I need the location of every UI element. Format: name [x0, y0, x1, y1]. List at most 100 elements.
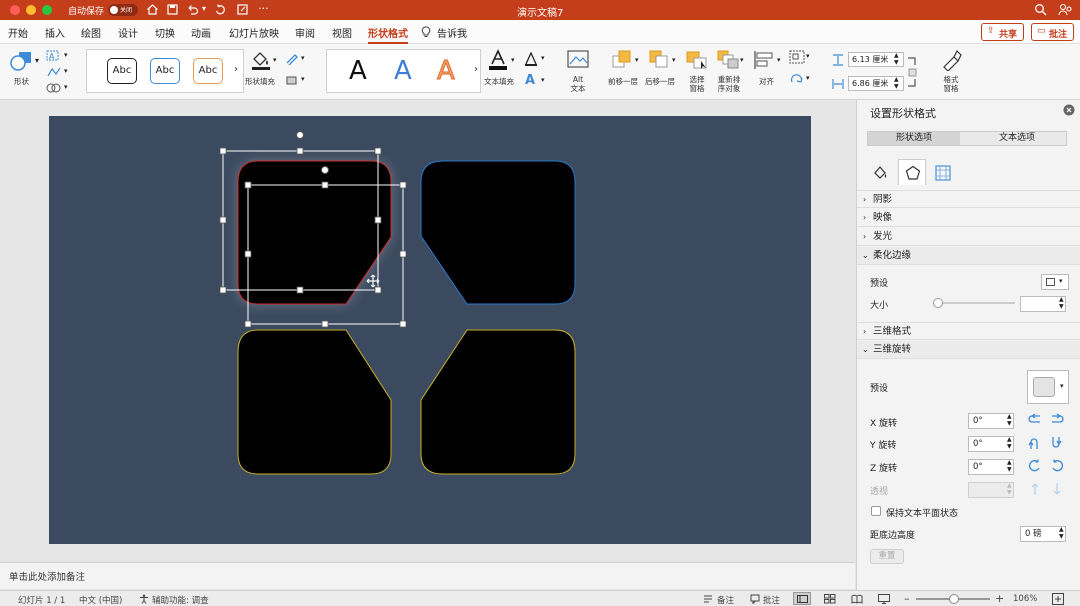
minimize-window-button[interactable] [26, 5, 36, 15]
normal-view-button[interactable] [793, 592, 811, 605]
rotation-preset-dropdown[interactable]: ▾ [1027, 370, 1069, 404]
soft-edges-preset-dropdown[interactable]: ▾ [1041, 274, 1069, 290]
shape-fill-dropdown-icon[interactable]: ▾ [273, 56, 277, 64]
send-backward-dropdown-icon[interactable]: ▾ [672, 56, 676, 64]
x-rotate-right-icon[interactable] [1049, 413, 1065, 427]
edit-icon[interactable] [236, 3, 249, 16]
z-rotate-ccw-icon[interactable] [1027, 459, 1043, 473]
tab-text-options[interactable]: 文本选项 [968, 132, 1066, 145]
edit-shape-icon[interactable] [46, 66, 62, 78]
keep-text-flat-checkbox[interactable] [871, 506, 881, 516]
section-glow[interactable]: › 发光 [857, 228, 1080, 246]
section-reflection[interactable]: › 映像 [857, 209, 1080, 227]
comments-icon[interactable] [750, 594, 760, 604]
more-icon[interactable]: ··· [258, 2, 269, 15]
zoom-out-button[interactable]: – [904, 592, 910, 605]
shape-bottom-right[interactable] [420, 329, 576, 475]
rotate-icon[interactable] [789, 72, 805, 86]
section-soft-edges[interactable]: ⌄ 柔化边缘 [857, 247, 1080, 265]
wordart-style-black[interactable]: A [349, 56, 367, 86]
lock-aspect-icon[interactable] [906, 56, 918, 88]
text-fill-dropdown-icon[interactable]: ▾ [511, 56, 515, 64]
tab-shape-format[interactable]: 形状格式 [368, 25, 408, 44]
width-stepper[interactable]: ▲ ▼ [894, 76, 899, 90]
group-dropdown-icon[interactable]: ▾ [806, 52, 810, 60]
z-rotate-cw-icon[interactable] [1049, 459, 1065, 473]
shape-outline-dropdown-icon[interactable]: ▾ [301, 54, 305, 62]
home-icon[interactable] [146, 3, 159, 16]
alt-text-icon[interactable] [567, 50, 589, 70]
x-rotation-stepper[interactable]: ▲ ▼ [1007, 413, 1012, 427]
autosave-toggle[interactable]: 关闭 [108, 4, 138, 16]
wordart-more-icon[interactable]: › [474, 64, 478, 75]
notes-icon[interactable] [703, 594, 713, 604]
comments-button[interactable]: ▭ 批注 [1031, 23, 1074, 41]
tab-tell-me[interactable]: 告诉我 [437, 25, 467, 40]
text-effects-icon[interactable]: A [525, 73, 535, 88]
bring-forward-icon[interactable] [611, 50, 633, 70]
rotate-handle-inner[interactable] [321, 166, 329, 174]
soft-edges-size-slider[interactable] [933, 298, 1015, 308]
y-rotate-up-icon[interactable] [1027, 436, 1043, 450]
accessibility-status[interactable]: 辅助功能: 调查 [152, 594, 209, 606]
text-outline-dropdown-icon[interactable]: ▾ [541, 54, 545, 62]
reorder-dropdown-icon[interactable]: ▾ [740, 56, 744, 64]
share-button[interactable]: ⇪ 共享 [981, 23, 1024, 41]
rotate-dropdown-icon[interactable]: ▾ [806, 74, 810, 82]
soft-edges-size-stepper[interactable]: ▲ ▼ [1059, 296, 1064, 310]
zoom-in-button[interactable]: + [995, 592, 1004, 605]
tab-transitions[interactable]: 切换 [155, 25, 175, 40]
rotate-handle-outer[interactable] [296, 131, 304, 139]
format-pane-icon[interactable] [940, 49, 962, 71]
undo-dropdown-icon[interactable]: ▾ [202, 4, 206, 13]
styles-more-icon[interactable]: › [234, 64, 238, 75]
tab-animations[interactable]: 动画 [191, 25, 211, 40]
slide-sorter-icon[interactable] [824, 594, 836, 604]
tab-insert[interactable]: 插入 [45, 25, 65, 40]
wordart-style-orange[interactable]: A [437, 56, 456, 87]
shape-fill-icon[interactable] [250, 49, 272, 71]
wordart-style-blue[interactable]: A [394, 56, 412, 86]
shape-style-blue[interactable]: Abc [150, 58, 180, 84]
fill-line-icon[interactable] [872, 164, 888, 180]
reset-button[interactable]: 重置 [870, 549, 904, 564]
undo-icon[interactable] [186, 3, 199, 16]
section-3d-rotation[interactable]: ⌄ 三维旋转 [857, 341, 1080, 359]
slide-canvas[interactable] [49, 116, 811, 544]
shape-top-right[interactable] [420, 160, 576, 305]
tab-draw[interactable]: 绘图 [81, 25, 101, 40]
zoom-slider[interactable] [916, 594, 990, 604]
edit-shape-dropdown-icon[interactable]: ▾ [64, 67, 68, 75]
merge-dropdown-icon[interactable]: ▾ [64, 83, 68, 91]
x-rotate-left-icon[interactable] [1027, 413, 1043, 427]
tab-slideshow[interactable]: 幻灯片放映 [229, 25, 279, 40]
y-rotate-down-icon[interactable] [1049, 436, 1065, 450]
tab-shape-options[interactable]: 形状选项 [868, 132, 960, 145]
section-3d-format[interactable]: › 三维格式 [857, 322, 1080, 340]
effects-tab[interactable] [898, 159, 926, 185]
bring-forward-dropdown-icon[interactable]: ▾ [635, 56, 639, 64]
shape-style-black[interactable]: Abc [107, 58, 137, 84]
group-icon[interactable] [789, 50, 805, 64]
text-fill-icon[interactable] [487, 49, 509, 71]
tab-view[interactable]: 视图 [332, 25, 352, 40]
y-rotation-stepper[interactable]: ▲ ▼ [1007, 436, 1012, 450]
shape-effects-dropdown-icon[interactable]: ▾ [301, 75, 305, 83]
shapes-icon[interactable] [10, 50, 34, 72]
notes-area[interactable]: 单击此处添加备注 [0, 562, 855, 589]
size-properties-icon[interactable] [934, 164, 952, 182]
close-pane-icon[interactable] [1063, 104, 1075, 116]
text-effects-dropdown-icon[interactable]: ▾ [541, 76, 545, 84]
redo-icon[interactable] [214, 3, 227, 16]
shape-effects-icon[interactable] [285, 74, 299, 86]
send-backward-icon[interactable] [648, 50, 670, 70]
shape-outline-icon[interactable] [285, 53, 299, 65]
section-shadow[interactable]: › 阴影 [857, 190, 1080, 208]
height-stepper[interactable]: ▲ ▼ [894, 52, 899, 66]
fit-to-window-icon[interactable] [1052, 593, 1064, 605]
notes-toggle[interactable]: 备注 [717, 594, 734, 606]
zoom-window-button[interactable] [42, 5, 52, 15]
comments-toggle[interactable]: 批注 [763, 594, 780, 606]
distance-stepper[interactable]: ▲ ▼ [1059, 526, 1064, 540]
shape-bottom-left[interactable] [237, 329, 392, 475]
